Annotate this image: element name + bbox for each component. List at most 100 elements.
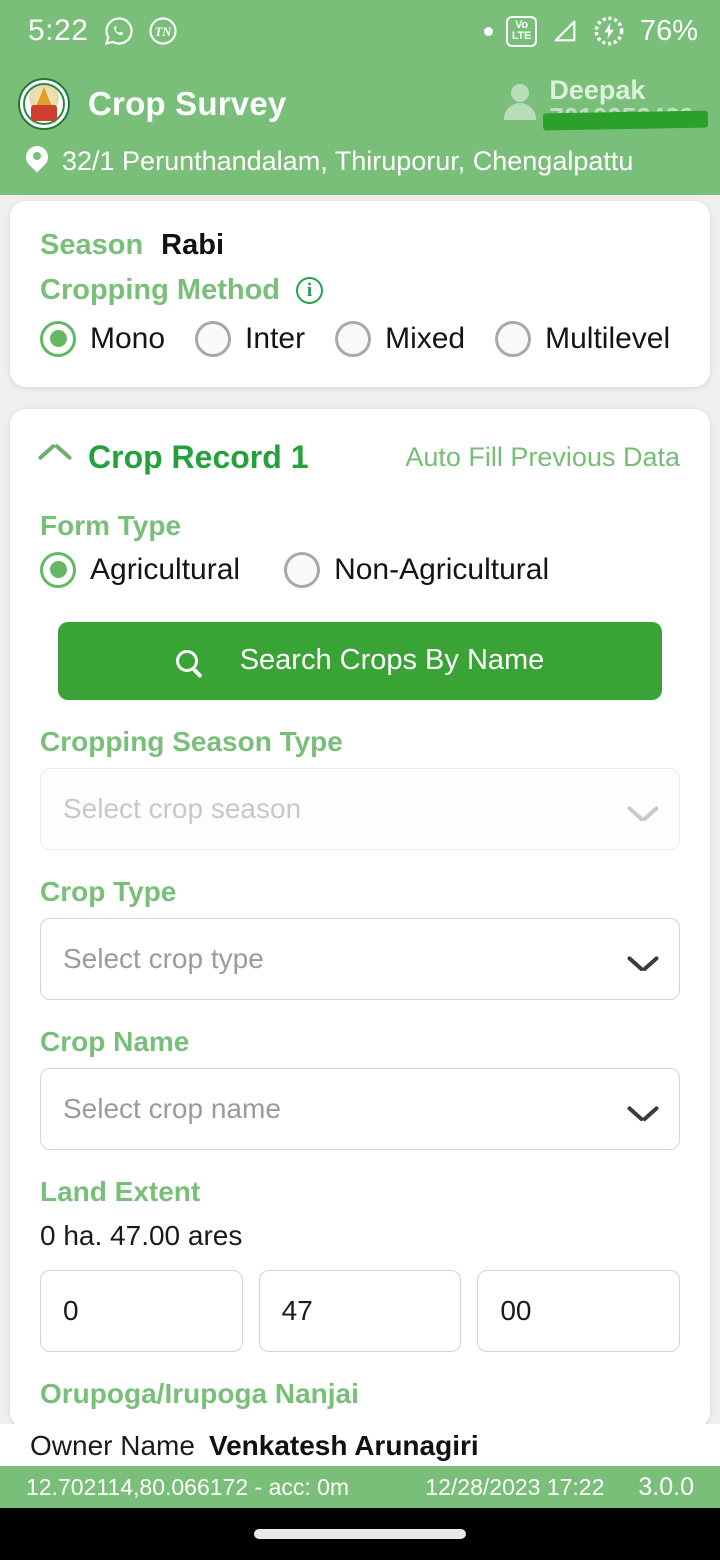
cropping-method-mixed[interactable]: Mixed	[335, 320, 466, 357]
cropping-method-options: Mono Inter Mixed Multilevel	[40, 320, 680, 357]
owner-name-label: Owner Name	[30, 1429, 195, 1461]
tn-app-icon: TN	[149, 17, 177, 45]
chevron-down-icon	[629, 1101, 657, 1117]
cropping-method-inter[interactable]: Inter	[195, 320, 306, 357]
radio-agricultural[interactable]	[40, 551, 76, 588]
scroll-content[interactable]: Season Rabi Cropping Method i Mono Inter	[0, 194, 720, 1466]
location-pin-icon	[21, 141, 53, 176]
radio-mono-label: Mono	[90, 321, 166, 355]
owner-name-row: Owner Name Venkatesh Arunagiri	[30, 1430, 690, 1462]
search-icon	[175, 649, 198, 672]
avatar-head	[511, 84, 530, 102]
season-card: Season Rabi Cropping Method i Mono Inter	[10, 200, 710, 387]
cropping-season-type-label: Cropping Season Type	[40, 725, 343, 757]
crop-type-placeholder: Select crop type	[63, 942, 264, 974]
app-bar-row: Crop Survey Deepak 7010056439	[18, 75, 709, 132]
emblem-ring	[23, 82, 65, 125]
auto-fill-previous-data-button[interactable]: Auto Fill Previous Data	[405, 442, 680, 473]
crop-name-label: Crop Name	[40, 1025, 190, 1057]
phone-redaction-overlay	[543, 110, 709, 131]
recording-dot-icon	[483, 26, 493, 36]
crop-record-card: Crop Record 1 Auto Fill Previous Data Fo…	[10, 408, 710, 1428]
radio-non-agricultural-label: Non-Agricultural	[334, 552, 550, 586]
timestamp: 12/28/2023 17:22	[425, 1473, 605, 1500]
land-extent-label: Land Extent	[40, 1175, 201, 1207]
cropping-method-label: Cropping Method	[40, 273, 281, 306]
land-extent-inputs: 0 47 00	[40, 1269, 681, 1352]
crop-name-placeholder: Select crop name	[63, 1092, 281, 1124]
land-extent-decimal-input[interactable]: 00	[477, 1269, 681, 1352]
user-text: Deepak 7010056439	[543, 75, 709, 132]
volte-bottom-text: LTE	[511, 30, 531, 42]
avatar-icon	[501, 82, 539, 126]
orupoga-irupoga-nanjai-label: Orupoga/Irupoga Nanjai	[40, 1377, 359, 1409]
chevron-up-icon[interactable]	[40, 448, 70, 466]
land-extent-summary: 0 ha. 47.00 ares	[40, 1219, 243, 1251]
radio-inter[interactable]	[195, 320, 232, 357]
cropping-season-type-placeholder: Select crop season	[63, 792, 302, 824]
phone-screen: 5:22 TN Vo LTE 76% Crop Survey Deepak 32…	[0, 0, 720, 1560]
crop-name-group: Crop Name Select crop name	[40, 1026, 680, 1150]
cropping-season-type-group: Cropping Season Type Select crop season	[40, 726, 680, 850]
gps-status-bar: 12.702114,80.066172 - acc: 0m 12/28/2023…	[0, 1466, 720, 1508]
radio-mono[interactable]	[40, 320, 76, 357]
owner-name-value: Venkatesh Arunagiri	[208, 1429, 479, 1461]
crop-record-header[interactable]: Crop Record 1 Auto Fill Previous Data	[40, 439, 680, 476]
form-type-agricultural[interactable]: Agricultural	[40, 551, 241, 588]
system-navigation-bar	[0, 1508, 720, 1560]
info-icon[interactable]: i	[296, 276, 324, 304]
status-notification-icons: TN	[104, 16, 178, 46]
form-type-options: Agricultural Non-Agricultural	[40, 551, 680, 588]
whatsapp-icon	[105, 17, 133, 45]
crop-name-select[interactable]: Select crop name	[40, 1067, 680, 1150]
radio-non-agricultural[interactable]	[284, 551, 321, 588]
radio-agricultural-label: Agricultural	[90, 552, 241, 586]
radio-inter-label: Inter	[245, 321, 306, 355]
app-bar: Crop Survey Deepak 7010056439	[0, 62, 720, 195]
page-title: Crop Survey	[88, 84, 287, 122]
chevron-down-icon	[629, 951, 657, 967]
gps-coordinates: 12.702114,80.066172 - acc: 0m	[26, 1473, 350, 1500]
cropping-season-type-select[interactable]: Select crop season	[40, 767, 680, 850]
battery-charging-icon	[594, 16, 624, 46]
land-extent-group: Land Extent 0 ha. 47.00 ares 0 47 00	[40, 1175, 681, 1352]
status-time: 5:22	[28, 14, 89, 47]
system-status-bar: 5:22 TN Vo LTE 76%	[0, 0, 720, 62]
radio-multilevel[interactable]	[495, 320, 532, 357]
radio-mixed[interactable]	[335, 320, 372, 357]
user-name: Deepak	[549, 75, 646, 105]
land-extent-ares-input[interactable]: 47	[258, 1269, 462, 1352]
location-row: 32/1 Perunthandalam, Thiruporur, Chengal…	[18, 132, 698, 195]
land-extent-hectare-input[interactable]: 0	[40, 1269, 243, 1352]
cropping-method-mono[interactable]: Mono	[40, 320, 166, 357]
svg-text:TN: TN	[155, 25, 173, 39]
crop-type-select[interactable]: Select crop type	[40, 917, 680, 1000]
radio-mixed-label: Mixed	[385, 321, 466, 355]
chevron-down-icon	[629, 801, 657, 817]
crop-record-title: Crop Record 1	[88, 438, 309, 475]
volte-icon: Vo LTE	[505, 15, 537, 47]
user-phone: 7010056439	[543, 104, 709, 131]
season-label: Season	[40, 228, 144, 261]
season-value: Rabi	[161, 228, 225, 261]
cropping-method-row: Cropping Method i	[40, 274, 680, 307]
signal-icon	[554, 20, 576, 42]
tamil-nadu-emblem-icon	[18, 77, 70, 130]
status-system-icons: Vo LTE 76%	[483, 14, 698, 48]
app-version: 3.0.0	[638, 1472, 694, 1501]
season-line: Season Rabi	[40, 229, 680, 262]
location-text: 32/1 Perunthandalam, Thiruporur, Chengal…	[62, 145, 634, 176]
search-crops-by-name-button[interactable]: Search Crops By Name	[58, 621, 662, 700]
owner-info-panel: Owner Name Venkatesh Arunagiri Farmer Na…	[0, 1423, 720, 1466]
cropping-method-multilevel[interactable]: Multilevel	[495, 320, 671, 357]
form-type-label: Form Type	[40, 509, 182, 541]
user-profile[interactable]: Deepak 7010056439	[501, 75, 709, 132]
radio-multilevel-label: Multilevel	[545, 321, 671, 355]
avatar-body	[504, 103, 537, 120]
crop-type-group: Crop Type Select crop type	[40, 876, 680, 1000]
crop-type-label: Crop Type	[40, 875, 177, 907]
home-gesture-pill[interactable]	[254, 1529, 466, 1539]
form-type-non-agricultural[interactable]: Non-Agricultural	[284, 551, 550, 588]
search-button-label: Search Crops By Name	[239, 644, 545, 677]
battery-percent: 76%	[639, 14, 698, 47]
